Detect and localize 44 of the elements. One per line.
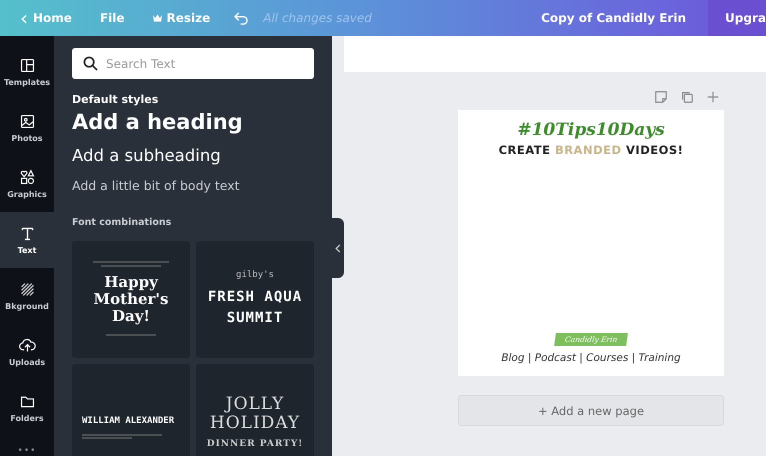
- cloud-upload-icon: [18, 337, 36, 354]
- combo-title: Happy Mother's Day!: [94, 274, 168, 326]
- image-icon: [18, 113, 36, 130]
- combo-title: WILLIAM ALEXANDER: [82, 416, 174, 426]
- sidebar-item[interactable]: Templates: [0, 44, 54, 100]
- section-heading: Default styles: [72, 93, 160, 106]
- sidebar-item[interactable]: Photos: [0, 100, 54, 156]
- save-status: All changes saved: [263, 11, 372, 25]
- sidebar-item[interactable]: Bkground: [0, 268, 54, 324]
- copy-icon[interactable]: [680, 90, 694, 104]
- add-page-button[interactable]: + Add a new page: [458, 395, 724, 426]
- search-icon: [83, 56, 98, 71]
- combo-subtitle: gilby's: [236, 270, 274, 280]
- section-heading: Font combinations: [72, 217, 172, 228]
- note-icon[interactable]: [654, 90, 668, 104]
- shapes-icon: [18, 169, 36, 186]
- font-combination-card[interactable]: WILLIAM ALEXANDER: [72, 364, 190, 456]
- combo-subtitle: DINNER PARTY!: [206, 440, 304, 450]
- page-footer-text: Blog | Podcast | Courses | Training: [501, 352, 681, 364]
- font-combination-card[interactable]: gilby's FRESH AQUA SUMMIT: [196, 241, 314, 358]
- more-button[interactable]: •••: [0, 446, 54, 456]
- add-icon[interactable]: [706, 90, 720, 104]
- crown-icon: [152, 14, 162, 22]
- sidebar-item[interactable]: Text: [0, 212, 54, 268]
- sidebar-item[interactable]: Uploads: [0, 324, 54, 380]
- add-subheading[interactable]: Add a subheading: [72, 146, 314, 165]
- font-combination-card[interactable]: JOLLY HOLIDAY DINNER PARTY!: [196, 364, 314, 456]
- combo-title: FRESH AQUA SUMMIT: [208, 288, 302, 328]
- collapse-handle[interactable]: [332, 218, 344, 278]
- chevron-left-icon: [335, 244, 341, 252]
- combo-title: JOLLY HOLIDAY: [210, 395, 300, 433]
- sidebar-item[interactable]: Graphics: [0, 156, 54, 212]
- layout-icon: [18, 57, 36, 74]
- page-headline: CREATE BRANDED VIDEOS!: [498, 143, 684, 157]
- hatch-icon: [18, 281, 36, 298]
- hashtag-title: #10Tips10Days: [517, 120, 665, 140]
- text-icon: [18, 225, 36, 242]
- add-body-text[interactable]: Add a little bit of body text: [72, 178, 314, 193]
- undo-icon[interactable]: [234, 12, 250, 24]
- sidebar-item[interactable]: Folders: [0, 380, 54, 436]
- document-title[interactable]: Copy of Candidly Erin: [541, 11, 686, 25]
- add-heading[interactable]: Add a heading: [72, 110, 314, 134]
- search-field[interactable]: Search Text: [72, 48, 314, 79]
- upgrade-button[interactable]: Upgra: [708, 0, 766, 36]
